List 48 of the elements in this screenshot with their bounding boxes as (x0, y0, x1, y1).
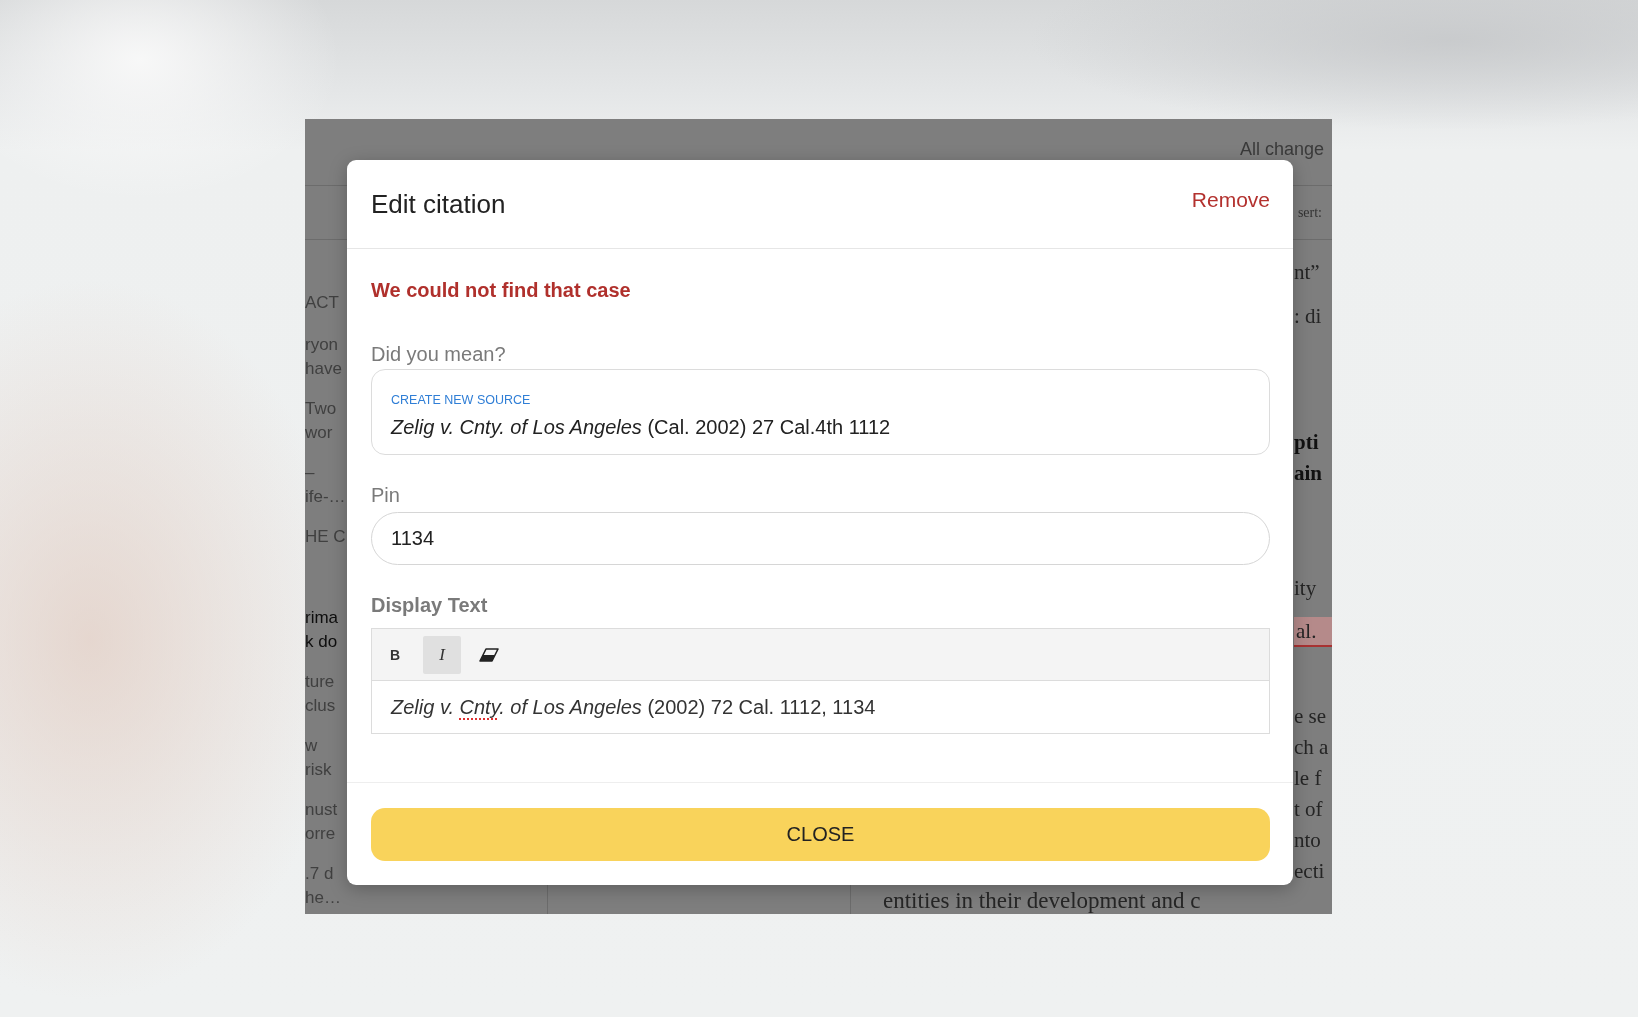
document-heading-text: pti (1294, 430, 1319, 454)
toolbar-text: sert: (1297, 204, 1322, 221)
document-text: nt” (1294, 260, 1320, 284)
document-text: rima (305, 608, 339, 627)
document-text: nto (1294, 828, 1321, 852)
remove-link[interactable]: Remove (1191, 188, 1270, 212)
document-text: entities in their development and c (883, 888, 1201, 913)
save-status-text: All change (1239, 138, 1324, 160)
document-text: .7 d (305, 864, 334, 883)
document-text: – (305, 463, 315, 482)
bold-button[interactable]: B (376, 635, 414, 674)
document-heading-text: ain (1294, 461, 1322, 485)
document-text: risk (305, 760, 332, 779)
create-new-source-link[interactable]: CREATE NEW SOURCE (391, 393, 531, 407)
highlighted-text: al. (1294, 617, 1332, 647)
field-label: Pin (371, 484, 400, 506)
document-text: t of (1294, 797, 1323, 821)
document-text: Two (305, 399, 337, 418)
document-text: ture (305, 672, 335, 691)
document-text: ch a (1294, 735, 1329, 759)
field-label: Did you mean? (371, 343, 506, 365)
document-text: ACT (305, 293, 339, 312)
document-text: w (305, 736, 318, 755)
document-text: k do (305, 632, 338, 651)
document-text: orre (305, 824, 336, 843)
close-button[interactable]: CLOSE (371, 808, 1270, 861)
document-text: ecti (1294, 859, 1325, 883)
document-text: ryon (305, 335, 339, 354)
dialog-title: Edit citation (371, 188, 506, 220)
document-text: ity (1294, 576, 1317, 600)
document-text: he… (305, 888, 341, 907)
document-text: HE C (305, 527, 346, 546)
suggestion-option[interactable]: CREATE NEW SOURCE Zelig v. Cnty. of Los Angeles (Cal. 2002) 27 Cal.4th 1112 (371, 369, 1270, 455)
field-label: Display Text (371, 594, 488, 616)
document-text: : di (1294, 304, 1322, 328)
pin-input[interactable]: 1134 (371, 512, 1270, 565)
document-text: have (305, 359, 342, 378)
error-message: We could not find that case (371, 278, 632, 302)
document-text: le f (1294, 766, 1322, 790)
suggested-citation: Zelig v. Cnty. of Los Angeles (Cal. 2002) 27 Cal.4th 1112 (391, 416, 891, 438)
display-text-field[interactable]: Zelig v. Cnty. of Los Angeles (2002) 72 Cal. 1112, 1134 (372, 681, 1269, 733)
italic-button[interactable]: I (423, 635, 461, 674)
document-text: e se (1294, 704, 1327, 728)
document-text: ife-… (305, 487, 346, 506)
document-text: wor (305, 423, 333, 442)
document-text: nust (305, 800, 338, 819)
document-text: clus (305, 696, 336, 715)
eraser-icon (479, 647, 499, 662)
